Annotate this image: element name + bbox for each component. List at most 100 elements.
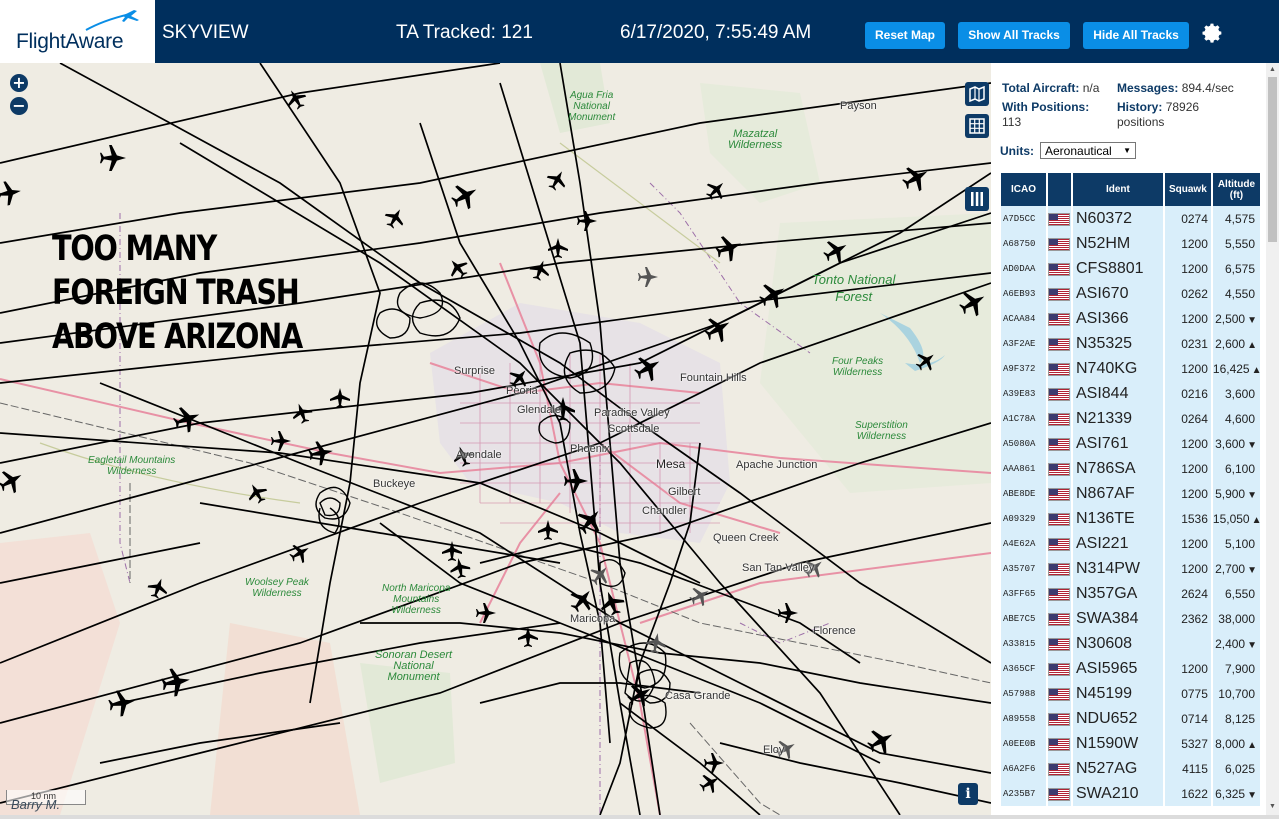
- cell-squawk: 0714: [1163, 706, 1213, 731]
- cell-icao: A4E62A: [1001, 531, 1048, 556]
- info-button[interactable]: i: [958, 783, 978, 805]
- table-row[interactable]: A1C78A N21339 0264 4,600: [1001, 406, 1263, 431]
- altitude-value: 6,575: [1224, 261, 1255, 276]
- cell-altitude: 6,550: [1211, 581, 1263, 606]
- cell-ident: N35325: [1071, 331, 1165, 356]
- table-row[interactable]: AAA861 N786SA 1200 6,100: [1001, 456, 1263, 481]
- table-row[interactable]: A68750 N52HM 1200 5,550: [1001, 231, 1263, 256]
- cell-squawk: 1200: [1163, 656, 1213, 681]
- scroll-thumb[interactable]: [1268, 77, 1277, 242]
- hide-all-tracks-button[interactable]: Hide All Tracks: [1083, 22, 1189, 49]
- cell-flag: [1046, 681, 1073, 706]
- table-row[interactable]: A6A2F6 N527AG 4115 6,025: [1001, 756, 1263, 781]
- table-row[interactable]: A3F2AE N35325 0231 2,600 ▲: [1001, 331, 1263, 356]
- cell-ident: N21339: [1071, 406, 1165, 431]
- table-row[interactable]: AD0DAA CFS8801 1200 6,575: [1001, 256, 1263, 281]
- cell-flag: [1046, 556, 1073, 581]
- table-row[interactable]: A365CF ASI5965 1200 7,900: [1001, 656, 1263, 681]
- us-flag-icon: [1048, 487, 1071, 501]
- us-flag-icon: [1048, 337, 1071, 351]
- gear-icon[interactable]: [1200, 21, 1224, 45]
- flightaware-logo[interactable]: FlightAware: [0, 0, 155, 63]
- map-layers-button[interactable]: [965, 82, 989, 106]
- city-label-scottsdale: Scottsdale: [608, 423, 660, 435]
- altitude-value: 6,325: [1215, 786, 1246, 801]
- table-row[interactable]: A89558 NDU652 0714 8,125: [1001, 706, 1263, 731]
- altitude-trend-icon: ▼: [1247, 439, 1257, 451]
- cell-ident: NDU652: [1071, 706, 1165, 731]
- col-header-icao[interactable]: ICAO: [1001, 173, 1048, 206]
- col-header-ident[interactable]: Ident: [1071, 173, 1165, 206]
- cell-flag: [1046, 206, 1073, 231]
- altitude-trend-icon: ▼: [1247, 789, 1257, 801]
- cell-altitude: 2,600 ▲: [1211, 331, 1263, 356]
- grid-button[interactable]: [965, 114, 989, 138]
- stat-value: 78926: [1165, 100, 1200, 114]
- altitude-value: 15,050: [1212, 511, 1250, 526]
- zoom-out-button[interactable]: −: [10, 97, 28, 115]
- stat-messages: Messages: 894.4/sec: [1117, 81, 1234, 96]
- table-row[interactable]: ACAA84 ASI366 1200 2,500 ▼: [1001, 306, 1263, 331]
- table-row[interactable]: A35707 N314PW 1200 2,700 ▼: [1001, 556, 1263, 581]
- table-header-row: ICAO Ident Squawk Altitude (ft): [1001, 173, 1263, 206]
- us-flag-icon: [1048, 212, 1071, 226]
- table-row[interactable]: A09329 N136TE 1536 15,050 ▲: [1001, 506, 1263, 531]
- cell-ident: SWA384: [1071, 606, 1165, 631]
- cell-icao: AD0DAA: [1001, 256, 1048, 281]
- table-row[interactable]: A4E62A ASI221 1200 5,100: [1001, 531, 1263, 556]
- cell-icao: ABE7C5: [1001, 606, 1048, 631]
- show-all-tracks-button[interactable]: Show All Tracks: [958, 22, 1070, 49]
- cell-squawk: 1200: [1163, 356, 1213, 381]
- columns-button[interactable]: [965, 187, 989, 211]
- us-flag-icon: [1048, 537, 1071, 551]
- table-row[interactable]: A235B7 SWA210 1622 6,325 ▼: [1001, 781, 1263, 806]
- scroll-up-icon[interactable]: ▲: [1269, 66, 1276, 73]
- altitude-trend-icon: ▲: [1251, 364, 1262, 376]
- altitude-trend-icon: ▲: [1247, 339, 1257, 351]
- table-row[interactable]: ABE7C5 SWA384 2362 38,000: [1001, 606, 1263, 631]
- cell-icao: A0EE0B: [1001, 731, 1048, 756]
- table-row[interactable]: A9F372 N740KG 1200 16,425 ▲: [1001, 356, 1263, 381]
- table-row[interactable]: A5080A ASI761 1200 3,600 ▼: [1001, 431, 1263, 456]
- cell-ident: ASI221: [1071, 531, 1165, 556]
- cell-flag: [1046, 281, 1073, 306]
- cell-altitude: 6,025: [1211, 756, 1263, 781]
- table-row[interactable]: ABE8DE N867AF 1200 5,900 ▼: [1001, 481, 1263, 506]
- table-row[interactable]: A33815 N30608 2,400 ▼: [1001, 631, 1263, 656]
- col-header-flag[interactable]: [1046, 173, 1073, 206]
- zoom-in-button[interactable]: +: [10, 74, 28, 92]
- grid-icon: [969, 118, 985, 134]
- table-row[interactable]: A3FF65 N357GA 2624 6,550: [1001, 581, 1263, 606]
- table-row[interactable]: A39E83 ASI844 0216 3,600: [1001, 381, 1263, 406]
- us-flag-icon: [1048, 512, 1071, 526]
- cell-icao: A89558: [1001, 706, 1048, 731]
- cell-icao: A6A2F6: [1001, 756, 1048, 781]
- cell-icao: A35707: [1001, 556, 1048, 581]
- city-label-phoenix: Phoenix: [570, 443, 610, 455]
- col-header-altitude[interactable]: Altitude (ft): [1211, 173, 1263, 206]
- table-row[interactable]: A57988 N45199 0775 10,700: [1001, 681, 1263, 706]
- stat-label: With Positions:: [1002, 100, 1090, 114]
- altitude-value: 2,600: [1215, 336, 1246, 351]
- us-flag-icon: [1048, 237, 1071, 251]
- map-label-tonto: Tonto National Forest: [812, 272, 896, 304]
- table-row[interactable]: A0EE0B N1590W 5327 8,000 ▲: [1001, 731, 1263, 756]
- map-canvas[interactable]: Agua Fria National Monument Mazatzal Wilder…: [0, 63, 991, 815]
- cell-ident: N45199: [1071, 681, 1165, 706]
- cell-ident: N60372: [1071, 206, 1165, 231]
- units-select[interactable]: Aeronautical: [1040, 142, 1136, 159]
- cell-ident: N136TE: [1071, 506, 1165, 531]
- panel-scrollbar[interactable]: ▲ ▼: [1266, 63, 1279, 815]
- table-row[interactable]: A7D5CC N60372 0274 4,575: [1001, 206, 1263, 231]
- col-header-squawk[interactable]: Squawk: [1163, 173, 1213, 206]
- cell-ident: N30608: [1071, 631, 1165, 656]
- reset-map-button[interactable]: Reset Map: [865, 22, 945, 49]
- scroll-down-icon[interactable]: ▼: [1269, 803, 1276, 810]
- cell-flag: [1046, 631, 1073, 656]
- altitude-trend-icon: ▼: [1247, 639, 1257, 651]
- table-row[interactable]: A6EB93 ASI670 0262 4,550: [1001, 281, 1263, 306]
- cell-squawk: 1200: [1163, 256, 1213, 281]
- altitude-value: 2,500: [1215, 311, 1246, 326]
- cell-flag: [1046, 706, 1073, 731]
- cell-flag: [1046, 581, 1073, 606]
